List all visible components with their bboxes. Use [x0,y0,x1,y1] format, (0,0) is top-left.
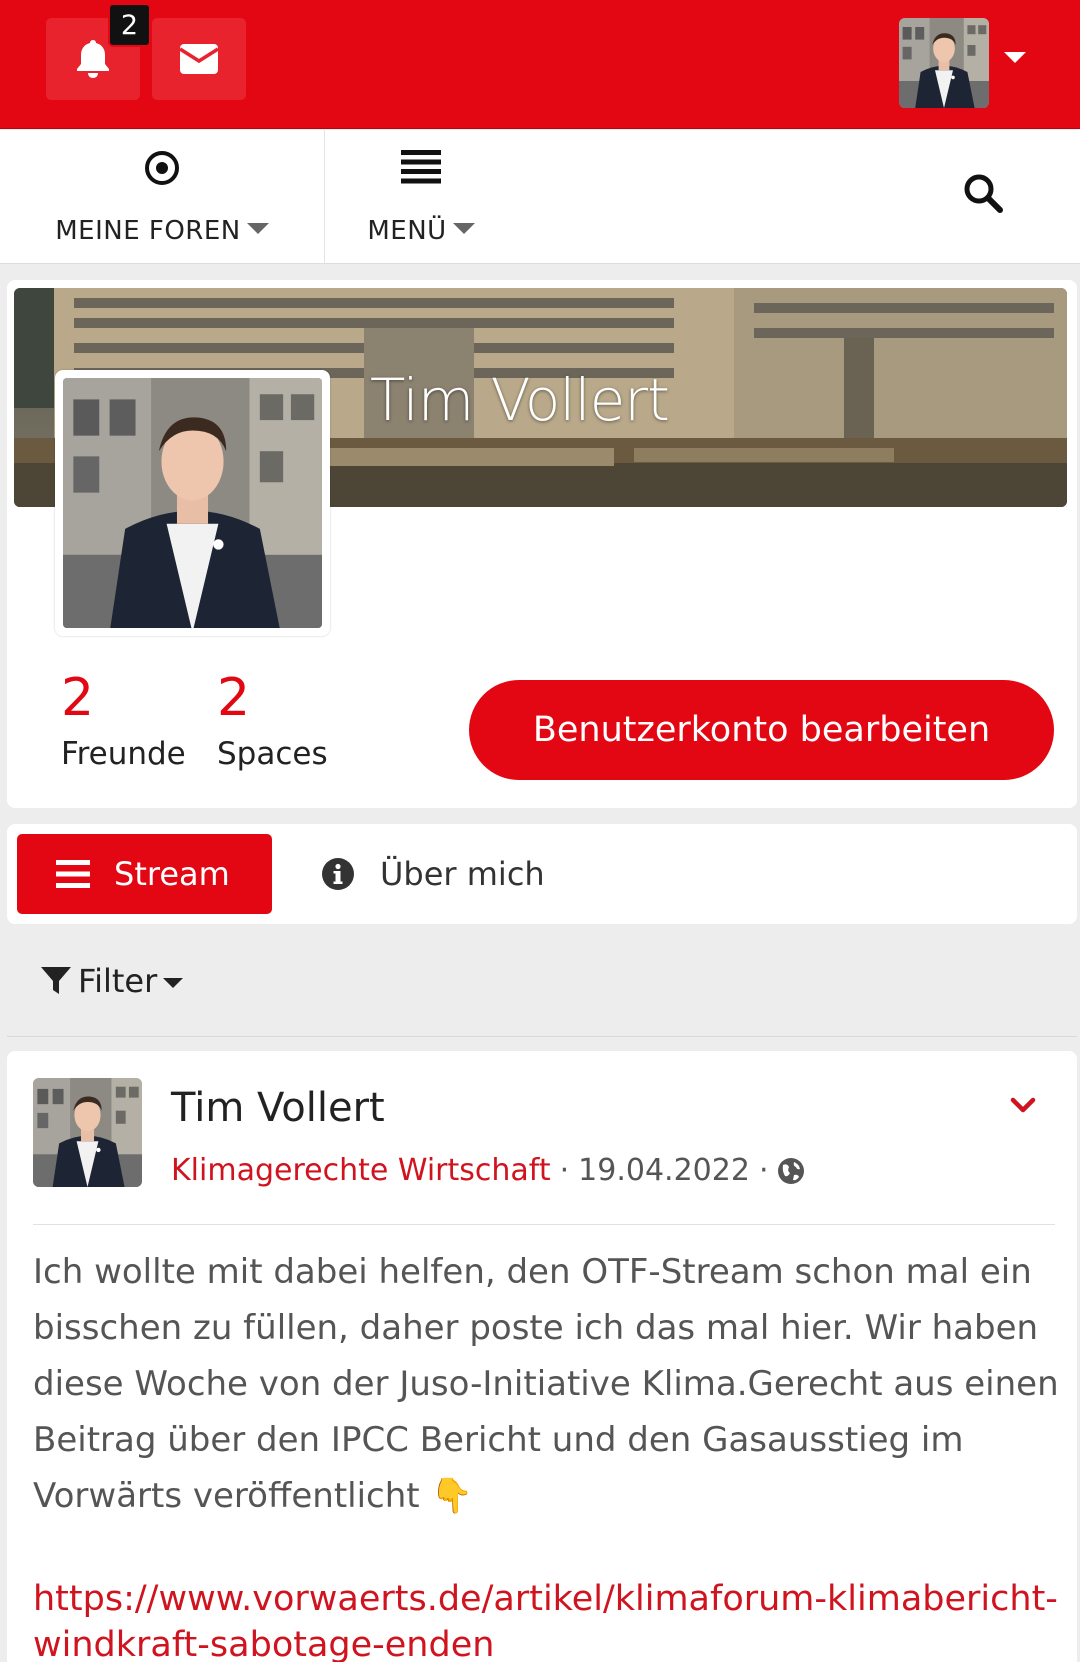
tab-about-me[interactable]: Über mich [321,834,545,914]
info-icon [322,858,354,890]
target-icon [145,151,179,185]
envelope-icon [179,44,219,74]
caret-down-icon [163,978,184,988]
meta-separator: · [758,1153,769,1188]
filter-dropdown[interactable]: Filter [40,962,184,1000]
meta-separator: · [559,1153,570,1188]
chevron-down-icon [1010,1097,1036,1113]
messages-button[interactable] [152,18,246,100]
search-icon [964,174,1003,213]
spaces-stat[interactable]: 2 Spaces [217,672,328,772]
post-date[interactable]: 19.04.2022 [578,1153,750,1188]
profile-tabs: Stream Über mich [7,824,1077,924]
nav-menu-label: MENÜ [367,216,447,246]
post-body: Ich wollte mit dabei helfen, den OTF-Str… [33,1252,1059,1516]
caret-down-icon[interactable] [1004,52,1026,63]
caret-down-icon [452,223,475,234]
caret-down-icon [246,223,269,234]
tab-stream[interactable]: Stream [17,834,272,914]
spaces-count: 2 [217,668,251,728]
nav-my-forums[interactable]: MEINE FOREN [0,130,325,264]
globe-icon [778,1157,805,1184]
notification-badge: 2 [108,3,151,47]
filter-label: Filter [78,962,158,1000]
profile-header: Tim Vollert 2 Freunde 2 Spaces Benutzerk… [7,280,1077,808]
profile-photo[interactable] [55,370,330,636]
tab-stream-label: Stream [114,855,230,893]
post-link[interactable]: https://www.vorwaerts.de/artikel/klimafo… [33,1576,1063,1662]
stream-post: Tim Vollert Klimagerechte Wirtschaft · 1… [7,1051,1077,1662]
post-space-link[interactable]: Klimagerechte Wirtschaft [171,1153,551,1188]
friends-label: Freunde [61,736,186,772]
tab-about-me-label: Über mich [380,855,545,893]
friends-count: 2 [61,668,95,728]
bell-icon [77,40,109,78]
divider [7,1036,1077,1037]
post-author-name[interactable]: Tim Vollert [171,1085,385,1131]
post-meta: Klimagerechte Wirtschaft · 19.04.2022 · [171,1153,805,1188]
nav-bar: MEINE FOREN MENÜ [0,130,1080,264]
nav-menu[interactable]: MENÜ [326,130,516,264]
friends-stat[interactable]: 2 Freunde [61,672,186,772]
list-icon [401,150,441,184]
user-avatar-menu[interactable] [899,18,989,108]
divider [33,1224,1055,1225]
nav-my-forums-label: MEINE FOREN [55,216,241,246]
bars-icon [56,860,90,888]
filter-icon [41,967,71,994]
edit-account-button[interactable]: Benutzerkonto bearbeiten [469,680,1054,780]
spaces-label: Spaces [217,736,328,772]
top-bar: 2 [0,0,1080,129]
post-options-chevron[interactable] [1010,1097,1036,1119]
search-button[interactable] [962,172,1012,222]
profile-name: Tim Vollert [370,366,670,434]
avatar [899,18,989,108]
post-author-avatar[interactable] [33,1078,142,1187]
